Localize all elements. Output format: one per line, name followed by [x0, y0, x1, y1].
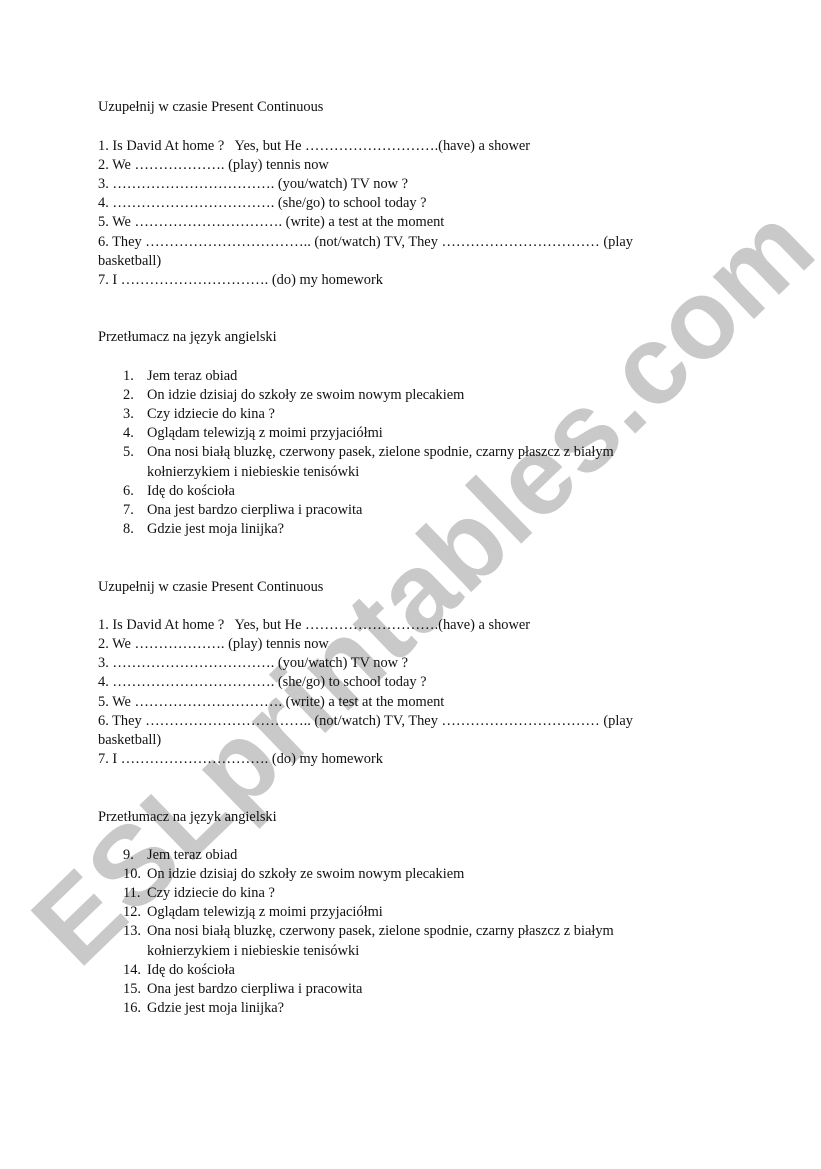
exercise-line: basketball)	[98, 732, 162, 748]
list-text: Idę do kościoła	[147, 483, 235, 499]
section-heading: Uzupełnij w czasie Present Continuous	[98, 579, 324, 595]
list-text: Oglądam telewizją z moimi przyjaciółmi	[147, 425, 383, 441]
list-number: 16.	[123, 1000, 141, 1016]
list-item: 10. On idzie dzisiaj do szkoły ze swoim n…	[123, 865, 464, 884]
exercise-line: basketball)	[98, 253, 162, 269]
list-number: 14.	[123, 962, 141, 978]
list-number: 15.	[123, 981, 141, 997]
list-text: Ona nosi białą bluzkę, czerwony pasek, z…	[147, 444, 614, 460]
section-heading: Uzupełnij w czasie Present Continuous	[98, 99, 324, 115]
exercise-line: 6. They …………………………….. (not/watch) TV, Th…	[98, 234, 633, 250]
list-text: Czy idziecie do kina ?	[147, 406, 275, 422]
list-item: 4. Oglądam telewizją z moimi przyjaciółmi	[123, 424, 383, 443]
section-heading: Przetłumacz na język angielski	[98, 329, 277, 345]
list-item: 2. On idzie dzisiaj do szkoły ze swoim no…	[123, 386, 464, 405]
exercise-line: 7. I …………………………. (do) my homework	[98, 272, 383, 288]
exercise-line: 6. They …………………………….. (not/watch) TV, Th…	[98, 713, 633, 729]
list-number: 13.	[123, 923, 141, 939]
list-item: 9. Jem teraz obiad	[123, 846, 237, 865]
list-item: 5. Ona nosi białą bluzkę, czerwony pasek,…	[123, 443, 614, 462]
list-number: 8.	[123, 521, 134, 537]
exercise-line: 5. We …………………………. (write) a test at the …	[98, 214, 445, 230]
list-item: 11. Czy idziecie do kina ?	[123, 884, 275, 903]
list-item: 15. Ona jest bardzo cierpliwa i pracowita	[123, 980, 362, 999]
list-item: 16. Gdzie jest moja linijka?	[123, 999, 284, 1018]
exercise-line: 2. We ………………. (play) tennis now	[98, 636, 329, 652]
exercise-line: 7. I …………………………. (do) my homework	[98, 751, 383, 767]
section-heading: Przetłumacz na język angielski	[98, 809, 277, 825]
list-item: 14. Idę do kościoła	[123, 961, 235, 980]
list-text: Jem teraz obiad	[147, 368, 238, 384]
list-number: 11.	[123, 885, 141, 901]
list-text: Ona nosi białą bluzkę, czerwony pasek, z…	[147, 923, 614, 939]
list-item-continuation: kołnierzykiem i niebieskie tenisówki	[147, 943, 360, 959]
list-text: On idzie dzisiaj do szkoły ze swoim nowy…	[147, 866, 465, 882]
exercise-line: 1. Is David At home ? Yes, but He …………………	[98, 138, 531, 154]
exercise-line: 3. ……………………………. (you/watch) TV now ?	[98, 176, 409, 192]
list-item: 7. Ona jest bardzo cierpliwa i pracowita	[123, 501, 362, 520]
list-text: Idę do kościoła	[147, 962, 235, 978]
list-item-continuation: kołnierzykiem i niebieskie tenisówki	[147, 464, 360, 480]
exercise-line: 2. We ………………. (play) tennis now	[98, 157, 329, 173]
list-number: 2.	[123, 387, 134, 403]
list-number: 10.	[123, 866, 141, 882]
list-number: 5.	[123, 444, 134, 460]
list-item: 1. Jem teraz obiad	[123, 367, 237, 386]
exercise-line: 3. ……………………………. (you/watch) TV now ?	[98, 655, 409, 671]
worksheet-page: ESLprintables.com Uzupełnij w czasie Pre…	[0, 0, 821, 1169]
list-number: 4.	[123, 425, 134, 441]
list-number: 9.	[123, 847, 134, 863]
list-text: Oglądam telewizją z moimi przyjaciółmi	[147, 904, 383, 920]
list-text: Ona jest bardzo cierpliwa i pracowita	[147, 981, 363, 997]
exercise-line: 4. ……………………………. (she/go) to school today…	[98, 195, 427, 211]
list-text: Gdzie jest moja linijka?	[147, 521, 285, 537]
list-number: 7.	[123, 502, 134, 518]
list-number: 6.	[123, 483, 134, 499]
list-number: 1.	[123, 368, 134, 384]
list-text: Jem teraz obiad	[147, 847, 238, 863]
list-number: 3.	[123, 406, 134, 422]
list-text: On idzie dzisiaj do szkoły ze swoim nowy…	[147, 387, 465, 403]
list-item: 6. Idę do kościoła	[123, 482, 235, 501]
list-text: Gdzie jest moja linijka?	[147, 1000, 285, 1016]
list-item: 13. Ona nosi białą bluzkę, czerwony pasek…	[123, 922, 614, 941]
exercise-line: 4. ……………………………. (she/go) to school today…	[98, 674, 427, 690]
list-item: 3. Czy idziecie do kina ?	[123, 405, 275, 424]
list-text: Ona jest bardzo cierpliwa i pracowita	[147, 502, 363, 518]
list-text: Czy idziecie do kina ?	[147, 885, 275, 901]
list-number: 12.	[123, 904, 141, 920]
exercise-line: 5. We …………………………. (write) a test at the …	[98, 694, 445, 710]
exercise-line: 1. Is David At home ? Yes, but He …………………	[98, 617, 531, 633]
list-item: 8. Gdzie jest moja linijka?	[123, 520, 284, 539]
list-item: 12. Oglądam telewizją z moimi przyjaciółm…	[123, 903, 383, 922]
